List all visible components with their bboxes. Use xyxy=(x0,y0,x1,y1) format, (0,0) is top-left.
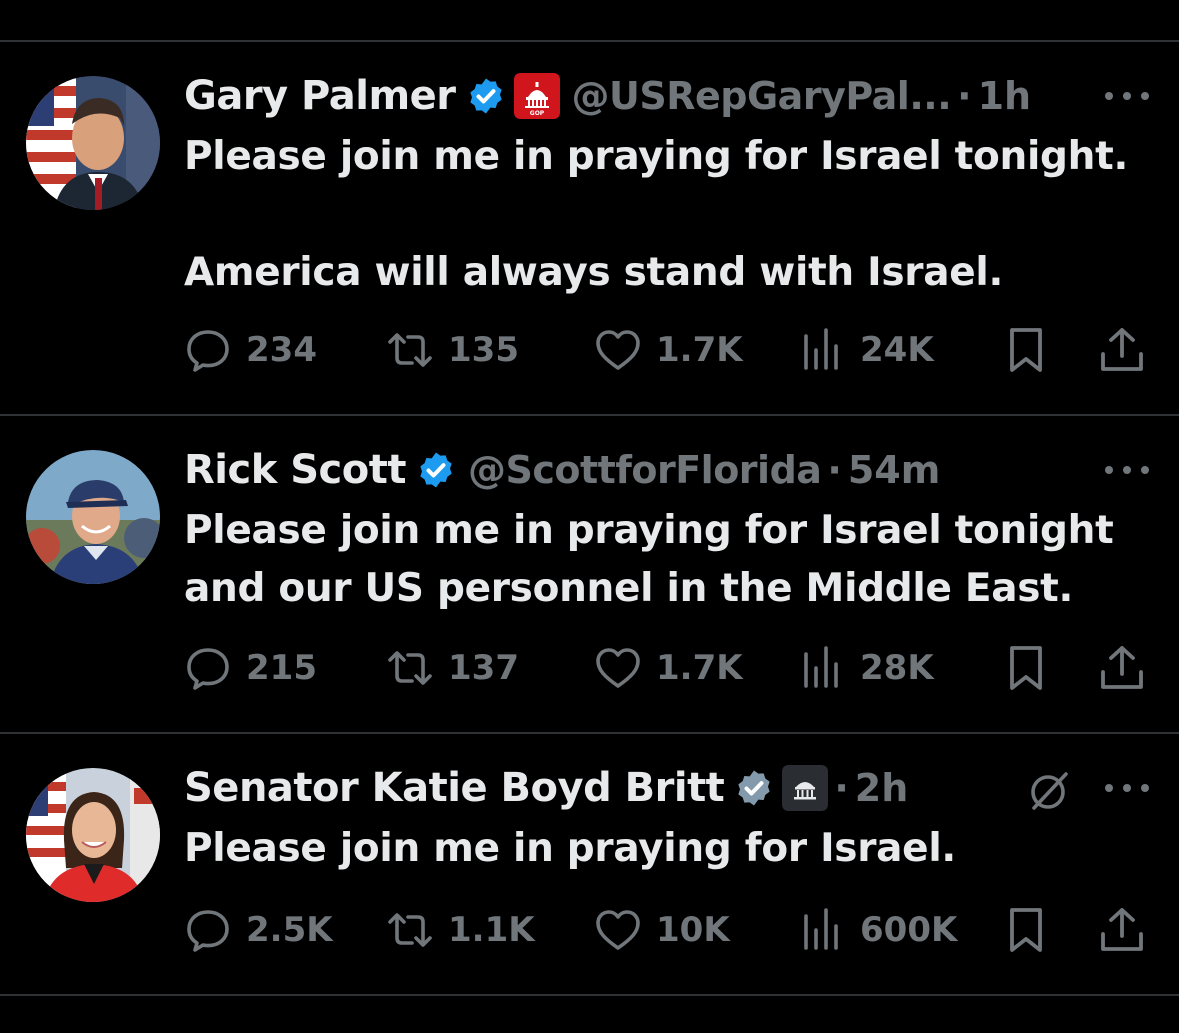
author-name[interactable]: Gary Palmer xyxy=(184,73,456,119)
heart-icon xyxy=(594,906,642,954)
like-button[interactable]: 1.7K xyxy=(594,642,743,694)
views-button[interactable]: 600K xyxy=(798,904,957,956)
grok-icon[interactable] xyxy=(1026,768,1072,814)
author-name[interactable]: Senator Katie Boyd Britt xyxy=(184,765,725,811)
capitol-gop-badge-icon[interactable]: GOP xyxy=(513,73,560,119)
timestamp[interactable]: 1h xyxy=(978,74,1032,118)
bookmark-button[interactable] xyxy=(1002,904,1050,956)
bookmark-icon xyxy=(1002,906,1050,954)
more-options-icon[interactable] xyxy=(1105,778,1149,798)
share-button[interactable] xyxy=(1098,904,1146,956)
like-button[interactable]: 10K xyxy=(594,904,730,956)
verified-badge-icon[interactable] xyxy=(734,768,774,808)
tweet-text-line: Please join me in praying for Israel. xyxy=(184,826,956,871)
repost-button[interactable]: 135 xyxy=(386,324,519,376)
reply-icon xyxy=(184,906,232,954)
heart-icon xyxy=(594,326,642,374)
tweet-text: Please join me in praying for Israel ton… xyxy=(184,128,1144,302)
bookmark-button[interactable] xyxy=(1002,642,1050,694)
reply-button[interactable]: 234 xyxy=(184,324,317,376)
tweet-actions: 234 135 1.7K 24K xyxy=(184,324,1154,376)
reply-count: 215 xyxy=(246,648,317,688)
heart-icon xyxy=(594,644,642,692)
tweet-header: Senator Katie Boyd Britt · 2h xyxy=(184,760,908,816)
tweet-text-line: Please join me in praying for Israel ton… xyxy=(184,508,1114,553)
separator-dot: · xyxy=(827,448,842,492)
tweet-katie-britt[interactable]: Senator Katie Boyd Britt · 2h Please joi… xyxy=(0,734,1179,994)
gop-badge-text: GOP xyxy=(529,110,544,117)
avatar[interactable] xyxy=(26,76,160,210)
timeline-feed: Gary Palmer GOP @USRepGaryPal... · 1h Pl… xyxy=(0,0,1179,1033)
tweet-text: Please join me in praying for Israel ton… xyxy=(184,502,1144,618)
views-chart-icon xyxy=(798,906,846,954)
share-button[interactable] xyxy=(1098,642,1146,694)
tweet-text-line: Please join me in praying for Israel ton… xyxy=(184,134,1128,179)
tweet-rick-scott[interactable]: Rick Scott @ScottforFlorida · 54m Please… xyxy=(0,416,1179,732)
author-name[interactable]: Rick Scott xyxy=(184,447,407,493)
views-button[interactable]: 28K xyxy=(798,642,934,694)
timestamp[interactable]: 54m xyxy=(848,448,940,492)
tweet-header: Rick Scott @ScottforFlorida · 54m xyxy=(184,442,940,498)
repost-icon xyxy=(386,906,434,954)
tweet-text: Please join me in praying for Israel. xyxy=(184,820,1144,878)
timestamp[interactable]: 2h xyxy=(855,766,909,810)
views-chart-icon xyxy=(798,644,846,692)
repost-button[interactable]: 1.1K xyxy=(386,904,535,956)
avatar[interactable] xyxy=(26,450,160,584)
reply-count: 234 xyxy=(246,330,317,370)
government-building-icon[interactable] xyxy=(782,765,829,811)
share-icon xyxy=(1098,644,1146,692)
more-options-icon[interactable] xyxy=(1105,460,1149,480)
repost-icon xyxy=(386,326,434,374)
verified-badge-icon[interactable] xyxy=(466,76,506,116)
bookmark-button[interactable] xyxy=(1002,324,1050,376)
share-button[interactable] xyxy=(1098,324,1146,376)
view-count: 28K xyxy=(860,648,934,688)
reply-icon xyxy=(184,644,232,692)
separator-dot: · xyxy=(834,766,849,810)
reply-button[interactable]: 215 xyxy=(184,642,317,694)
divider xyxy=(0,994,1179,996)
author-handle[interactable]: @USRepGaryPal... xyxy=(572,74,952,118)
repost-count: 1.1K xyxy=(448,910,535,950)
like-count: 1.7K xyxy=(656,330,743,370)
reply-icon xyxy=(184,326,232,374)
views-chart-icon xyxy=(798,326,846,374)
more-options-icon[interactable] xyxy=(1105,86,1149,106)
like-count: 1.7K xyxy=(656,648,743,688)
repost-count: 137 xyxy=(448,648,519,688)
bookmark-icon xyxy=(1002,326,1050,374)
reply-button[interactable]: 2.5K xyxy=(184,904,333,956)
tweet-actions: 215 137 1.7K 28K xyxy=(184,642,1154,694)
reply-count: 2.5K xyxy=(246,910,333,950)
view-count: 24K xyxy=(860,330,934,370)
author-handle[interactable]: @ScottforFlorida xyxy=(468,448,822,492)
views-button[interactable]: 24K xyxy=(798,324,934,376)
repost-count: 135 xyxy=(448,330,519,370)
share-icon xyxy=(1098,326,1146,374)
separator-dot: · xyxy=(957,74,972,118)
repost-icon xyxy=(386,644,434,692)
like-count: 10K xyxy=(656,910,730,950)
share-icon xyxy=(1098,906,1146,954)
tweet-gary-palmer[interactable]: Gary Palmer GOP @USRepGaryPal... · 1h Pl… xyxy=(0,42,1179,414)
like-button[interactable]: 1.7K xyxy=(594,324,743,376)
bookmark-icon xyxy=(1002,644,1050,692)
tweet-header: Gary Palmer GOP @USRepGaryPal... · 1h xyxy=(184,68,1031,124)
tweet-text-line: and our US personnel in the Middle East. xyxy=(184,566,1073,611)
avatar[interactable] xyxy=(26,768,160,902)
verified-badge-icon[interactable] xyxy=(416,450,456,490)
tweet-text-line: America will always stand with Israel. xyxy=(184,250,1003,295)
tweet-actions: 2.5K 1.1K 10K 600K xyxy=(184,904,1154,956)
repost-button[interactable]: 137 xyxy=(386,642,519,694)
view-count: 600K xyxy=(860,910,958,950)
